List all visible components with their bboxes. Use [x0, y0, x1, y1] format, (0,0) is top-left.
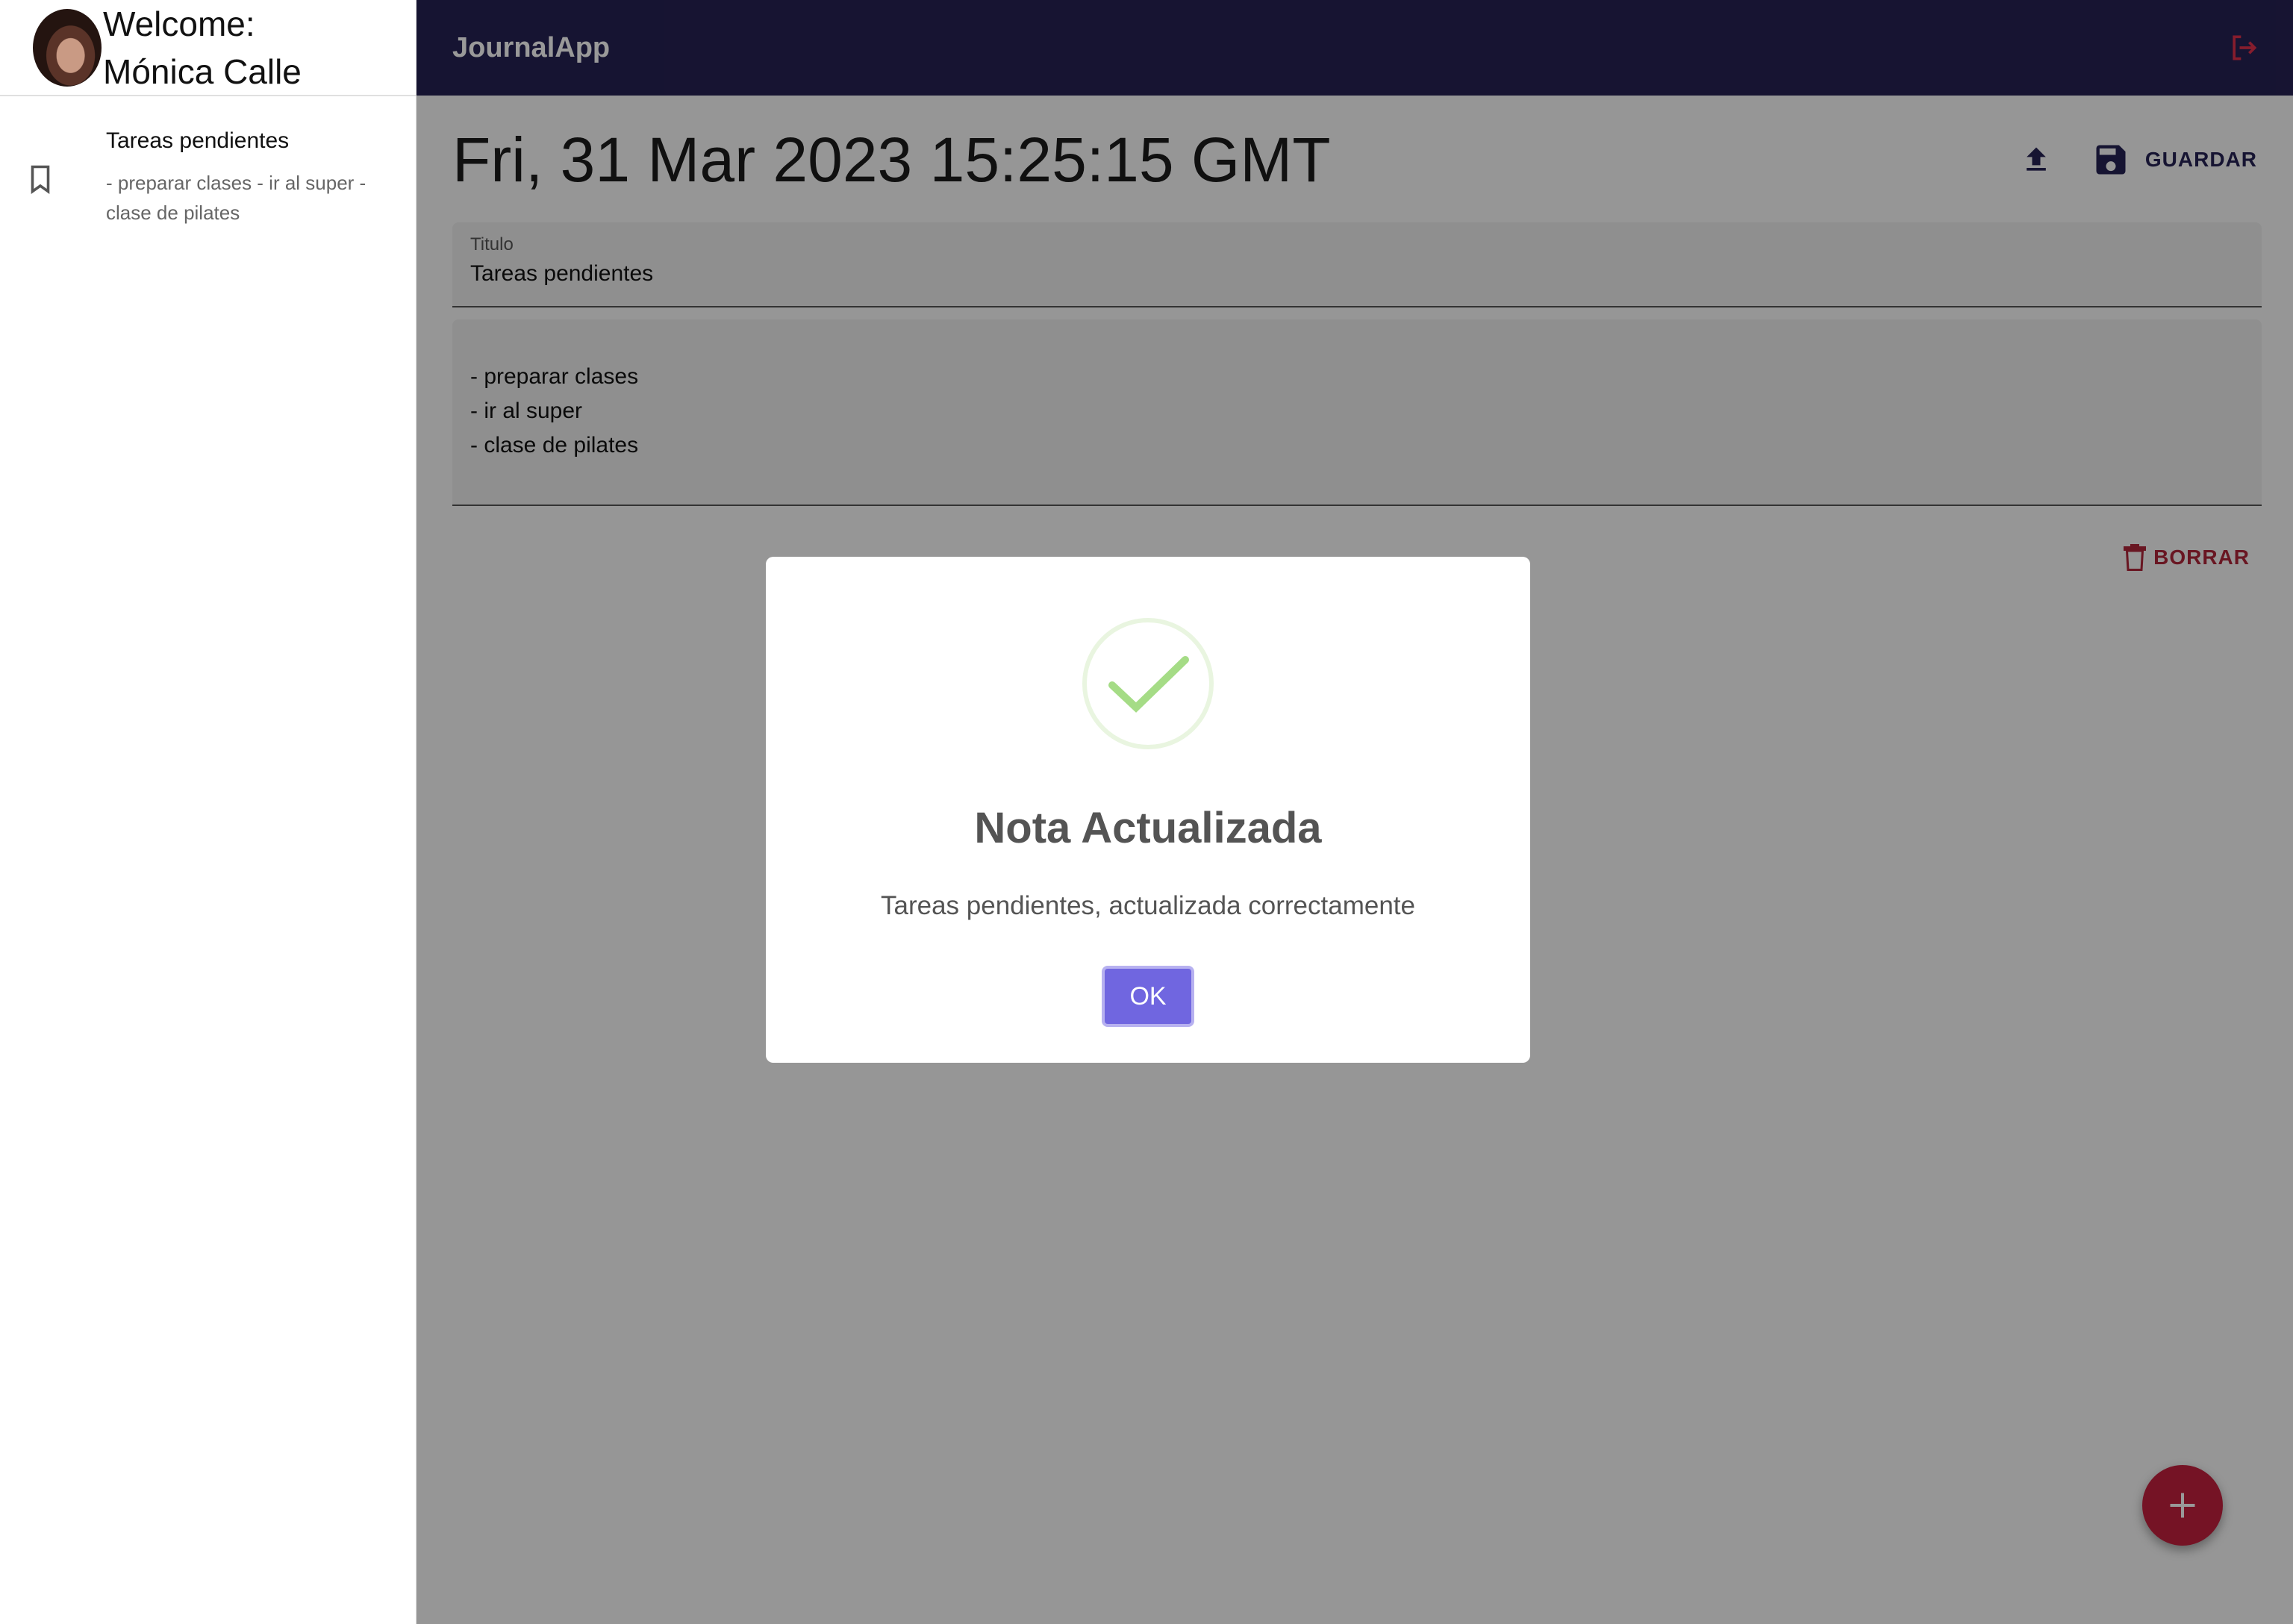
- journal-app: Welcome: Mónica Calle Tareas pendientes …: [0, 0, 2293, 1624]
- dialog-message: Tareas pendientes, actualizada correctam…: [881, 891, 1415, 920]
- dialog-title: Nota Actualizada: [974, 804, 1322, 852]
- success-dialog: Nota Actualizada Tareas pendientes, actu…: [766, 557, 1530, 1063]
- ok-button[interactable]: OK: [1102, 966, 1194, 1027]
- dialog-overlay: Nota Actualizada Tareas pendientes, actu…: [0, 0, 2293, 1624]
- check-circle-icon: [1082, 618, 1214, 749]
